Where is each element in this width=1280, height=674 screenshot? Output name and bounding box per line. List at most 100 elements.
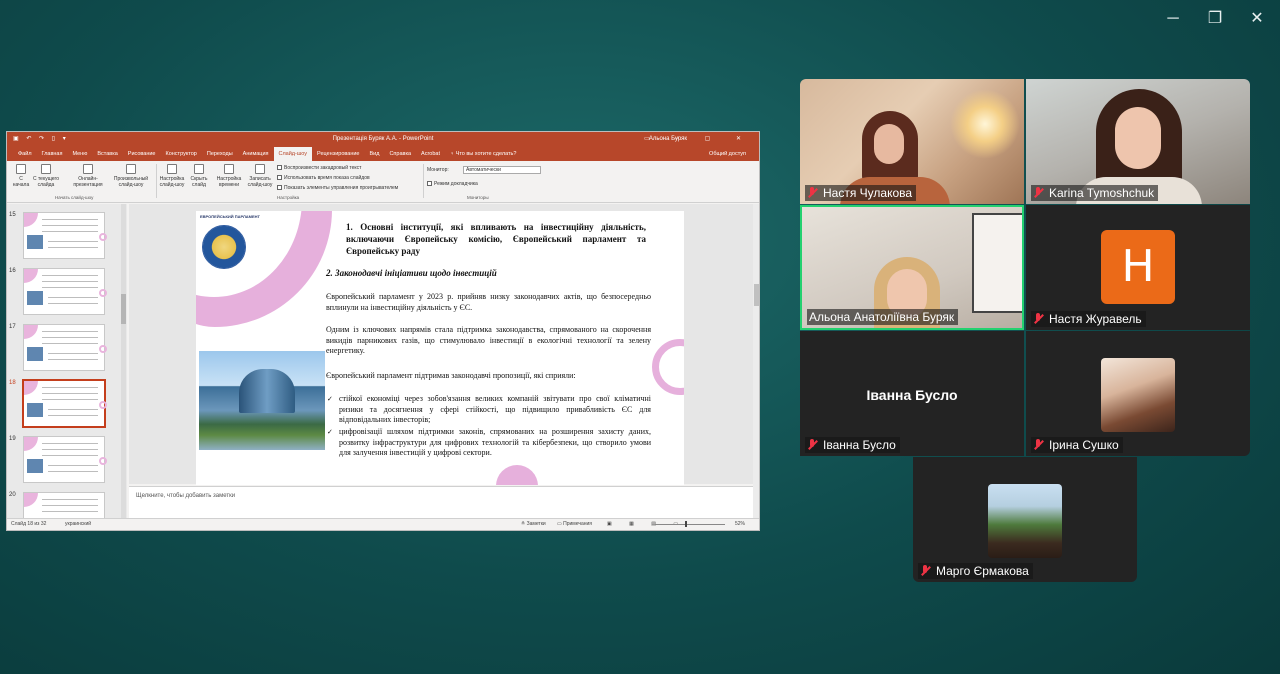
participant-name-tag: Karina Tymoshchuk bbox=[1031, 185, 1159, 201]
tab-transitions[interactable]: Переходы bbox=[202, 147, 238, 161]
slide-thumbnail-18-selected[interactable] bbox=[23, 380, 107, 427]
hide-slide-button[interactable]: Скрыть слайд bbox=[187, 164, 211, 188]
thumb-number-selected: 18 bbox=[9, 380, 16, 386]
tell-me-search[interactable]: ♀ Что вы хотите сделать? bbox=[445, 147, 521, 161]
tab-design[interactable]: Конструктор bbox=[161, 147, 202, 161]
checkbox-icon bbox=[277, 175, 282, 181]
thumb-number: 17 bbox=[9, 324, 16, 330]
zoom-level[interactable]: 52% bbox=[735, 519, 745, 530]
avatar: H bbox=[1101, 230, 1175, 304]
tab-menu[interactable]: Меню bbox=[67, 147, 92, 161]
slide-thumbnail-15[interactable] bbox=[23, 212, 107, 259]
close-button[interactable]: ✕ bbox=[1244, 8, 1270, 30]
tab-insert[interactable]: Вставка bbox=[92, 147, 122, 161]
rehearse-label: Настройка времени bbox=[216, 176, 242, 188]
video-person-face bbox=[874, 124, 904, 164]
participant-tile[interactable]: H Настя Журавель bbox=[1026, 205, 1250, 330]
tab-view[interactable]: Вид bbox=[365, 147, 385, 161]
slide-thumbnails-pane: 15 16 17 18 19 20 bbox=[7, 204, 127, 520]
parliament-building-photo bbox=[199, 351, 325, 450]
controls-label: Показать элементы управления проигрывате… bbox=[284, 185, 399, 191]
record-slideshow-button[interactable]: Записать слайд-шоу bbox=[245, 164, 275, 188]
tab-slideshow[interactable]: Слайд-шоу bbox=[273, 147, 313, 161]
slide-subheading: 2. Законодавчі ініціативи щодо інвестиці… bbox=[326, 268, 497, 278]
narration-checkbox[interactable]: Воспроизвести закадровый текст bbox=[277, 165, 361, 171]
monitor-dropdown[interactable]: Автоматически bbox=[463, 166, 541, 174]
participant-tile[interactable]: Марго Єрмакова bbox=[913, 457, 1137, 582]
notes-toggle[interactable]: ≙ Заметки bbox=[521, 519, 546, 530]
thumb-number: 16 bbox=[9, 268, 16, 274]
ppt-window-controls[interactable]: ▭ − ▢ ✕ bbox=[644, 132, 753, 147]
setup-label: Настройка слайд-шоу bbox=[159, 176, 185, 188]
slide-scrollbar[interactable] bbox=[753, 204, 759, 520]
scroll-thumb[interactable] bbox=[121, 294, 126, 324]
video-person-face bbox=[1115, 107, 1161, 169]
slide-thumbnail-17[interactable] bbox=[23, 324, 107, 371]
group-start-label: Начать слайд-шоу bbox=[55, 195, 94, 200]
slide-paragraph-1: Європейський парламент у 2023 р. прийняв… bbox=[326, 292, 651, 312]
online-icon bbox=[83, 164, 93, 174]
checkbox-icon bbox=[277, 185, 282, 191]
participant-name: Настя Чулакова bbox=[823, 186, 913, 200]
thumb-number: 20 bbox=[9, 492, 16, 498]
zoom-slider-handle[interactable] bbox=[685, 521, 687, 527]
group-monitors-label: Мониторы bbox=[467, 195, 489, 200]
maximize-button[interactable]: ❐ bbox=[1202, 8, 1228, 30]
tab-acrobat[interactable]: Acrobat bbox=[416, 147, 445, 161]
participant-tile[interactable]: Karina Tymoshchuk bbox=[1026, 79, 1250, 204]
zoom-slider[interactable] bbox=[655, 521, 725, 527]
media-controls-checkbox[interactable]: Показать элементы управления проигрывате… bbox=[277, 185, 398, 191]
tab-home[interactable]: Главная bbox=[37, 147, 68, 161]
share-button[interactable]: Общий доступ bbox=[704, 147, 751, 161]
monitor-label: Монитор: bbox=[427, 167, 449, 173]
language-indicator[interactable]: украинский bbox=[65, 519, 91, 530]
from-start-button[interactable]: С начала bbox=[11, 164, 31, 188]
checkbox-icon bbox=[277, 165, 282, 171]
participant-name: Karina Tymoshchuk bbox=[1049, 186, 1155, 200]
from-current-button[interactable]: С текущего слайда bbox=[31, 164, 61, 188]
participant-tile[interactable]: Ірина Сушко bbox=[1026, 331, 1250, 456]
participant-name-tag: Настя Чулакова bbox=[805, 185, 917, 201]
participant-tile[interactable]: Настя Чулакова bbox=[800, 79, 1024, 204]
slide-thumbnail-19[interactable] bbox=[23, 436, 107, 483]
slide-thumbnail-16[interactable] bbox=[23, 268, 107, 315]
timings-label: Использовать время показа слайдов bbox=[284, 175, 370, 181]
checkbox-icon bbox=[427, 181, 432, 187]
record-label: Записать слайд-шоу bbox=[247, 176, 273, 188]
mic-muted-icon bbox=[807, 439, 818, 451]
participant-name-tag: Альона Анатоліївна Буряк bbox=[807, 309, 959, 325]
mic-muted-icon bbox=[1033, 439, 1044, 451]
notes-pane[interactable]: Щелкните, чтобы добавить заметки bbox=[129, 486, 753, 520]
group-setup-label: Настройка bbox=[277, 195, 300, 200]
presenter-view-checkbox[interactable]: Режим докладчика bbox=[427, 181, 478, 187]
tab-review[interactable]: Рецензирование bbox=[312, 147, 364, 161]
tab-draw[interactable]: Рисование bbox=[123, 147, 161, 161]
parliament-logo-text: ЕВРОПЕЙСЬКИЙ ПАРЛАМЕНТ bbox=[200, 214, 260, 219]
rehearse-timings-button[interactable]: Настройка времени bbox=[213, 164, 245, 188]
hide-slide-icon bbox=[194, 164, 204, 174]
participant-tile[interactable]: Іванна Бусло Іванна Бусло bbox=[800, 331, 1024, 456]
decorative-ring bbox=[652, 339, 684, 395]
participant-tile-active-speaker[interactable]: Альона Анатоліївна Буряк bbox=[800, 205, 1024, 330]
from-current-label: С текущего слайда bbox=[32, 176, 60, 188]
setup-slideshow-button[interactable]: Настройка слайд-шоу bbox=[157, 164, 187, 188]
tab-animations[interactable]: Анимация bbox=[238, 147, 274, 161]
thumbnails-scrollbar[interactable] bbox=[121, 204, 126, 520]
slide-bullet-2: цифровізації шляхом підтримки законів, с… bbox=[327, 427, 651, 459]
online-presentation-button[interactable]: Онлайн-презентация bbox=[69, 164, 107, 188]
scroll-thumb[interactable] bbox=[754, 284, 759, 306]
participant-name: Настя Журавель bbox=[1049, 312, 1142, 326]
slide-thumbnail-20[interactable] bbox=[23, 492, 105, 520]
comments-toggle[interactable]: ▭ Примечания bbox=[557, 519, 592, 530]
timings-checkbox[interactable]: Использовать время показа слайдов bbox=[277, 175, 370, 181]
custom-slideshow-button[interactable]: Произвольный слайд-шоу bbox=[109, 164, 153, 188]
tab-file[interactable]: Файл bbox=[13, 147, 37, 161]
play-current-icon bbox=[41, 164, 51, 174]
mic-muted-icon bbox=[807, 187, 818, 199]
participant-name: Ірина Сушко bbox=[1049, 438, 1119, 452]
custom-label: Произвольный слайд-шоу bbox=[113, 176, 149, 188]
minimize-button[interactable]: ─ bbox=[1160, 8, 1186, 30]
current-slide[interactable]: ЕВРОПЕЙСЬКИЙ ПАРЛАМЕНТ 1. Основні інстит… bbox=[196, 211, 684, 485]
tab-help[interactable]: Справка bbox=[384, 147, 416, 161]
slide-editing-area: ЕВРОПЕЙСЬКИЙ ПАРЛАМЕНТ 1. Основні інстит… bbox=[129, 204, 753, 485]
